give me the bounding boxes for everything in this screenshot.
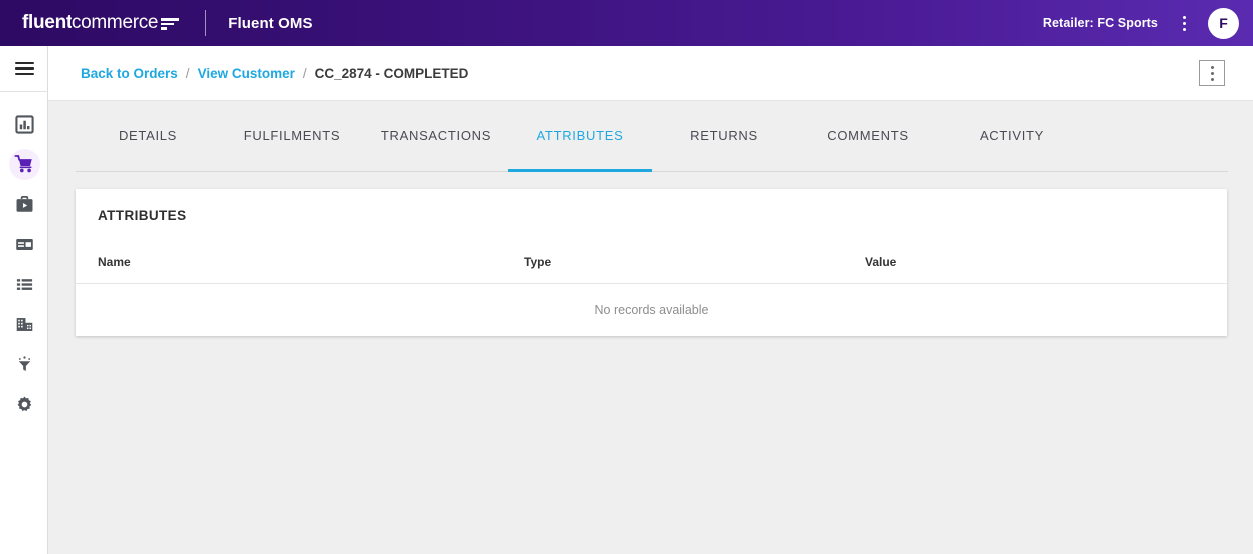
breadcrumb-separator-2: / — [302, 65, 307, 81]
tab-returns[interactable]: RETURNS — [652, 101, 796, 171]
card-title: ATTRIBUTES — [98, 208, 187, 223]
breadcrumb: Back to Orders / View Customer / CC_2874… — [81, 66, 468, 81]
tabs-bar: DETAILS FULFILMENTS TRANSACTIONS ATTRIBU… — [48, 101, 1253, 172]
breadcrumb-current-page: CC_2874 - COMPLETED — [314, 65, 469, 81]
tab-comments[interactable]: COMMENTS — [796, 101, 940, 171]
breadcrumb-view-customer[interactable]: View Customer — [198, 66, 295, 81]
more-vertical-icon[interactable] — [1172, 8, 1196, 38]
building-icon — [14, 314, 34, 334]
sidebar-item-inventory[interactable] — [0, 224, 48, 264]
gear-icon — [14, 394, 34, 414]
bar-chart-icon — [14, 114, 34, 134]
sidebar-item-catalogue[interactable] — [0, 264, 48, 304]
sidebar-nav-list — [0, 92, 47, 424]
avatar[interactable]: F — [1208, 7, 1239, 39]
column-header-type: Type — [524, 255, 552, 269]
briefcase-play-icon — [14, 194, 34, 214]
tab-list: DETAILS FULFILMENTS TRANSACTIONS ATTRIBU… — [76, 101, 1228, 172]
hamburger-menu-icon[interactable] — [0, 46, 48, 92]
page-root: fluent commerce Fluent OMS Retailer: FC S… — [0, 0, 1253, 554]
tab-transactions[interactable]: TRANSACTIONS — [364, 101, 508, 171]
shopping-cart-icon — [14, 154, 34, 174]
attributes-card: ATTRIBUTES Name Type Value No records av… — [76, 189, 1227, 336]
logo-text-light: commerce — [71, 12, 159, 33]
breadcrumb-separator-1: / — [185, 65, 190, 81]
tab-details[interactable]: DETAILS — [76, 101, 220, 171]
top-header-bar: fluent commerce Fluent OMS Retailer: FC S… — [0, 0, 1253, 46]
funnel-icon — [14, 354, 34, 374]
retailer-label: Retailer: FC Sports — [1042, 16, 1158, 30]
tab-attributes[interactable]: ATTRIBUTES — [508, 101, 652, 172]
column-header-name: Name — [98, 255, 131, 269]
sidebar-item-locations[interactable] — [0, 304, 48, 344]
breadcrumb-back-to-orders[interactable]: Back to Orders — [81, 66, 178, 81]
tab-activity[interactable]: ACTIVITY — [940, 101, 1084, 171]
card-layout-icon — [14, 234, 34, 254]
breadcrumb-bar: Back to Orders / View Customer / CC_2874… — [48, 46, 1253, 101]
tab-fulfilments[interactable]: FULFILMENTS — [220, 101, 364, 171]
brand-divider — [205, 10, 207, 36]
list-icon — [14, 274, 34, 294]
fluent-lines-mark-icon — [161, 16, 180, 30]
topbar-right-group: Retailer: FC Sports F — [1043, 0, 1239, 46]
table-header-row: Name Type Value — [76, 246, 1227, 284]
left-sidebar — [0, 46, 48, 554]
sidebar-item-jobs[interactable] — [0, 184, 48, 224]
sidebar-item-orders[interactable] — [0, 144, 48, 184]
sidebar-item-settings[interactable] — [0, 384, 48, 424]
more-vertical-icon[interactable] — [1199, 60, 1225, 86]
fluent-commerce-logo[interactable]: fluent commerce — [22, 12, 180, 34]
app-title: Fluent OMS — [228, 14, 313, 32]
logo-text-bold: fluent — [22, 12, 72, 33]
sidebar-item-dashboard[interactable] — [0, 104, 48, 144]
column-header-value: Value — [865, 255, 897, 269]
sidebar-item-rules[interactable] — [0, 344, 48, 384]
empty-state-message: No records available — [594, 303, 709, 317]
